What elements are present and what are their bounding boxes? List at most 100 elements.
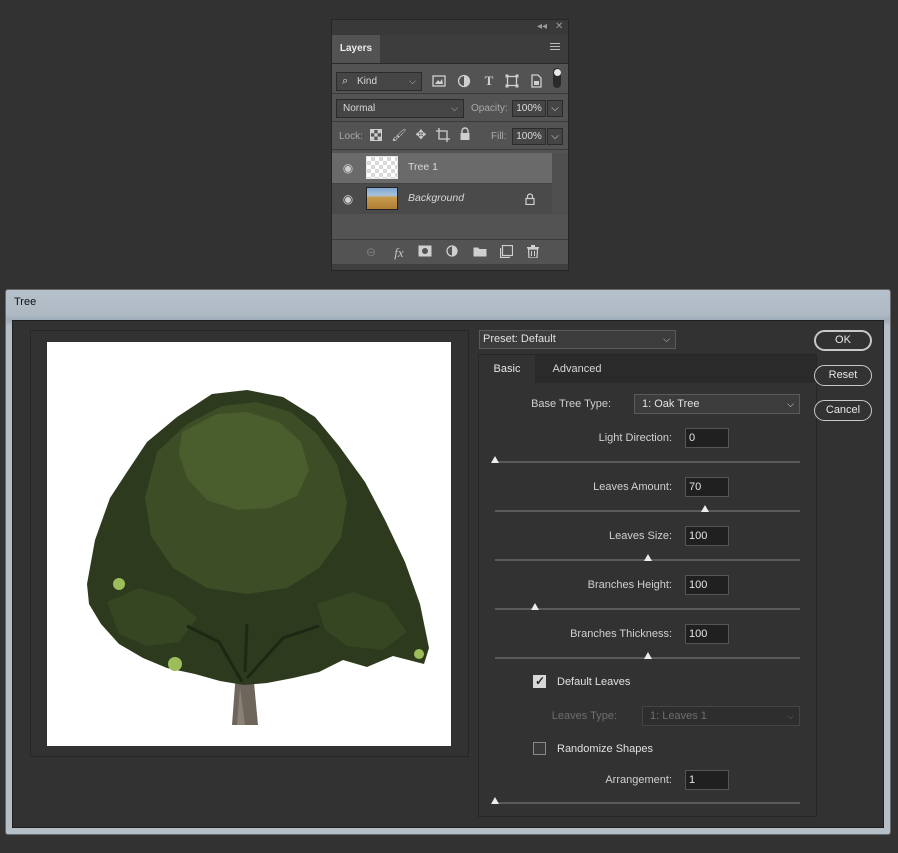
leaves-type-label: Leaves Type: xyxy=(551,710,617,722)
light-direction-slider[interactable] xyxy=(491,456,800,463)
tab-basic[interactable]: Basic xyxy=(479,355,535,383)
fill-dropdown-button[interactable]: ⌵ xyxy=(547,128,563,145)
delete-layer-trash-icon[interactable] xyxy=(527,245,541,259)
filter-kind-label: Kind xyxy=(357,76,378,87)
default-leaves-checkbox[interactable] xyxy=(533,674,546,688)
filter-kind-select[interactable]: ⌕ Kind ⌵ xyxy=(336,72,422,91)
layer-row-tree-1[interactable]: ◉ Tree 1 xyxy=(332,153,552,183)
chevron-down-icon: ⌵ xyxy=(787,711,794,721)
chevron-down-icon: ⌵ xyxy=(551,103,559,114)
dialog-title: Tree xyxy=(14,296,37,308)
branches-height-input[interactable]: 100 xyxy=(685,575,729,595)
divider xyxy=(332,149,568,150)
base-tree-type-select[interactable]: 1: Oak Tree ⌵ xyxy=(634,394,800,414)
blend-mode-label: Normal xyxy=(343,103,376,114)
lock-transparent-pixels-icon[interactable] xyxy=(370,128,384,142)
base-tree-type-value: 1: Oak Tree xyxy=(642,398,700,410)
leaves-type-value: 1: Leaves 1 xyxy=(650,710,707,722)
layer-name: Background xyxy=(408,192,465,204)
layers-panel: ◂◂ ✕ Layers ⌕ Kind ⌵ T Normal ⌵ Opacity:… xyxy=(331,19,569,271)
branches-height-slider[interactable] xyxy=(495,603,800,610)
leaves-amount-slider[interactable] xyxy=(495,505,800,512)
chevron-down-icon: ⌵ xyxy=(451,103,458,113)
reset-button[interactable]: Reset xyxy=(814,365,872,386)
new-adjustment-layer-icon[interactable] xyxy=(446,245,460,259)
layer-row-background[interactable]: ◉ Background xyxy=(332,184,552,214)
link-layers-icon[interactable]: ⊖ xyxy=(363,245,379,259)
panel-resize-grip[interactable] xyxy=(332,264,568,270)
close-panel-icon[interactable]: ✕ xyxy=(555,21,563,32)
arrangement-input[interactable]: 1 xyxy=(685,770,729,790)
branches-thickness-label: Branches Thickness: xyxy=(570,628,672,640)
slider-knob[interactable] xyxy=(643,554,652,561)
preview-frame xyxy=(30,330,469,757)
slider-knob[interactable] xyxy=(530,603,539,610)
panel-menu-icon[interactable] xyxy=(550,43,560,52)
cancel-button[interactable]: Cancel xyxy=(814,400,872,421)
dialog-body: Preset: Default ⌵ Basic Advanced Base Tr… xyxy=(12,320,884,828)
chevron-down-icon: ⌵ xyxy=(663,334,670,344)
divider xyxy=(332,93,568,94)
default-leaves-label: Default Leaves xyxy=(557,676,631,688)
leaves-size-label: Leaves Size: xyxy=(609,530,672,542)
add-mask-icon[interactable] xyxy=(418,245,432,257)
tree-dialog: Tree Preset: Default ⌵ Basic Advanced Ba… xyxy=(5,289,891,835)
layer-thumbnail xyxy=(366,156,398,179)
divider xyxy=(332,121,568,122)
type-filter-icon[interactable]: T xyxy=(481,73,497,89)
search-icon: ⌕ xyxy=(342,75,349,87)
eye-visibility-icon[interactable]: ◉ xyxy=(340,161,356,175)
shape-filter-icon[interactable] xyxy=(505,73,521,89)
tab-strip: Basic Advanced xyxy=(479,355,816,383)
fx-layer-style-icon[interactable]: fx xyxy=(391,245,407,261)
lock-all-icon[interactable] xyxy=(459,127,473,141)
eye-visibility-icon[interactable]: ◉ xyxy=(340,192,356,206)
lock-artboard-icon[interactable] xyxy=(436,128,450,142)
slider-knob[interactable] xyxy=(701,505,710,512)
randomize-shapes-label: Randomize Shapes xyxy=(557,743,654,755)
randomize-shapes-checkbox[interactable] xyxy=(533,742,546,755)
preset-select[interactable]: Preset: Default ⌵ xyxy=(479,330,676,349)
chevron-down-icon: ⌵ xyxy=(409,76,416,86)
chevron-down-icon: ⌵ xyxy=(551,131,559,142)
slider-knob[interactable] xyxy=(491,456,499,463)
arrangement-label: Arrangement: xyxy=(605,774,672,786)
layers-bottom-bar: ⊖ fx xyxy=(332,239,568,264)
slider-knob[interactable] xyxy=(643,652,652,659)
leaves-size-slider[interactable] xyxy=(495,554,800,561)
panel-title-bar[interactable]: ◂◂ ✕ xyxy=(332,20,568,35)
slider-knob[interactable] xyxy=(491,797,499,804)
opacity-input[interactable]: 100% xyxy=(512,100,546,117)
layers-scrollbar[interactable] xyxy=(552,153,568,215)
lock-position-icon[interactable]: ✥ xyxy=(413,127,429,143)
preset-label: Preset: Default xyxy=(483,333,556,345)
opacity-label: Opacity: xyxy=(471,103,508,114)
fill-input[interactable]: 100% xyxy=(512,128,546,145)
collapse-panel-icon[interactable]: ◂◂ xyxy=(537,21,547,32)
image-filter-icon[interactable] xyxy=(432,73,448,89)
leaves-amount-label: Leaves Amount: xyxy=(593,481,672,493)
smart-object-filter-icon[interactable] xyxy=(529,73,545,89)
layer-lock-icon xyxy=(525,193,537,206)
ok-button[interactable]: OK xyxy=(814,330,872,351)
filter-toggle-switch[interactable] xyxy=(553,68,561,88)
light-direction-input[interactable]: 0 xyxy=(685,428,729,448)
branches-thickness-input[interactable]: 100 xyxy=(685,624,729,644)
chevron-down-icon: ⌵ xyxy=(787,399,794,409)
new-group-folder-icon[interactable] xyxy=(473,246,487,258)
tab-layers[interactable]: Layers xyxy=(332,35,380,63)
arrangement-slider[interactable] xyxy=(491,797,800,804)
leaves-type-select[interactable]: 1: Leaves 1 ⌵ xyxy=(642,706,800,726)
leaves-size-input[interactable]: 100 xyxy=(685,526,729,546)
blend-mode-select[interactable]: Normal ⌵ xyxy=(336,99,464,118)
tab-advanced[interactable]: Advanced xyxy=(537,355,617,383)
layer-thumbnail xyxy=(366,187,398,210)
branches-thickness-slider[interactable] xyxy=(495,652,800,659)
leaves-amount-input[interactable]: 70 xyxy=(685,477,729,497)
branches-height-label: Branches Height: xyxy=(587,579,672,591)
lock-image-pixels-icon[interactable]: 🖌︎ xyxy=(391,127,407,143)
adjustment-filter-icon[interactable] xyxy=(457,73,473,89)
opacity-dropdown-button[interactable]: ⌵ xyxy=(547,100,563,117)
tree-preview-image xyxy=(47,342,451,746)
new-layer-icon[interactable] xyxy=(499,244,514,259)
